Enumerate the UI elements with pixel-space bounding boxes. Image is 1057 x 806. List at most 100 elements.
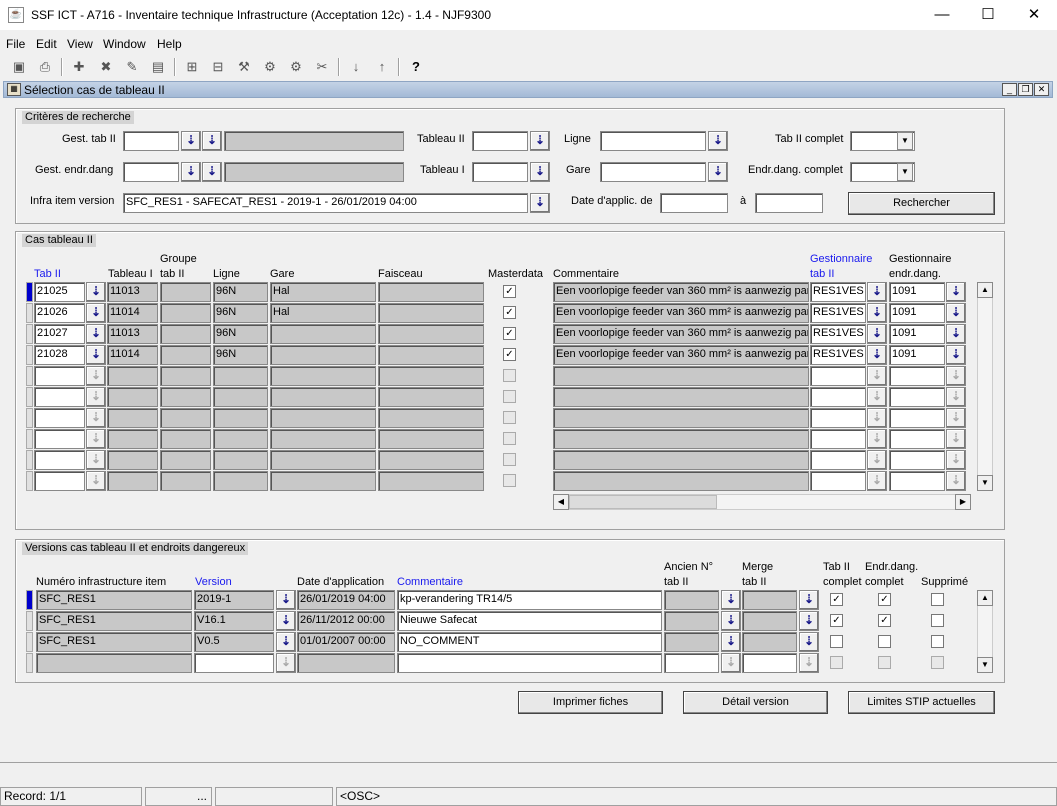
clear-record-icon[interactable]: ✎ [123, 58, 141, 76]
clear-form-icon[interactable]: ▤ [149, 58, 167, 76]
cell-gest-endr[interactable] [889, 366, 945, 386]
gestionnaire-lov-icon[interactable]: ⇣ [867, 450, 887, 470]
scroll-up-icon[interactable]: ▲ [977, 282, 993, 298]
gest-endr-lov-icon[interactable]: ⇣ [946, 303, 966, 323]
print-icon[interactable]: ⎙ [36, 58, 54, 76]
version-row-indicator[interactable] [26, 653, 33, 673]
cell-gestionnaire[interactable]: RES1VES [810, 282, 866, 302]
cell-gest-endr[interactable]: 1091 [889, 324, 945, 344]
delete-record-icon[interactable]: ✖ [97, 58, 115, 76]
gestionnaire-lov-icon[interactable]: ⇣ [867, 387, 887, 407]
gest-tab-lov-icon[interactable]: ⇣ [181, 131, 201, 151]
gest-endr-lov-icon[interactable]: ⇣ [946, 324, 966, 344]
inner-restore-icon[interactable]: ❐ [1018, 83, 1033, 96]
gestionnaire-lov-icon[interactable]: ⇣ [867, 282, 887, 302]
supprime-checkbox[interactable] [931, 635, 944, 648]
tab2-lov-icon[interactable]: ⇣ [86, 324, 106, 344]
masterdata-checkbox[interactable] [503, 390, 516, 403]
save-icon[interactable]: ▣ [10, 58, 28, 76]
gest-endr-lov-icon[interactable]: ⇣ [946, 450, 966, 470]
supprime-checkbox[interactable] [931, 614, 944, 627]
row-indicator[interactable] [26, 471, 33, 491]
next-record-icon[interactable]: ↓ [347, 58, 365, 76]
tab2-complet-checkbox[interactable] [830, 656, 843, 669]
col-version-header[interactable]: Version [195, 576, 232, 588]
gest-endr-lov-icon[interactable]: ⇣ [946, 429, 966, 449]
tab2-lov-icon[interactable]: ⇣ [86, 303, 106, 323]
cell-gest-endr[interactable] [889, 450, 945, 470]
execute-query-icon[interactable]: ⊟ [209, 58, 227, 76]
cell-gestionnaire[interactable] [810, 366, 866, 386]
cell-merge[interactable] [742, 653, 797, 673]
masterdata-checkbox[interactable]: ✓ [503, 348, 516, 361]
endr-complet-checkbox[interactable] [878, 635, 891, 648]
menu-help[interactable]: Help [157, 37, 182, 51]
tab2-complet-checkbox[interactable]: ✓ [830, 614, 843, 627]
cell-gestionnaire[interactable] [810, 471, 866, 491]
version-lov-icon[interactable]: ⇣ [276, 590, 296, 610]
cell-gest-endr[interactable]: 1091 [889, 282, 945, 302]
scroll-down-icon[interactable]: ▼ [977, 475, 993, 491]
tableau1-lov-icon[interactable]: ⇣ [530, 162, 550, 182]
gestionnaire-lov-icon[interactable]: ⇣ [867, 366, 887, 386]
rechercher-button[interactable]: Rechercher [848, 192, 995, 215]
tab2-complet-checkbox[interactable]: ✓ [830, 593, 843, 606]
row-indicator[interactable] [26, 450, 33, 470]
cell-tab2[interactable] [34, 387, 85, 407]
date-to-input[interactable] [755, 193, 823, 213]
ancien-lov-icon[interactable]: ⇣ [721, 632, 741, 652]
date-from-input[interactable] [660, 193, 728, 213]
menu-view[interactable]: View [67, 37, 93, 51]
close-icon[interactable]: ✕ [1011, 0, 1057, 30]
help-icon[interactable]: ? [407, 58, 425, 76]
tab2-complet-dropdown-icon[interactable]: ▼ [897, 132, 913, 150]
cell-version[interactable] [194, 653, 274, 673]
tab2-lov-icon[interactable]: ⇣ [86, 450, 106, 470]
merge-lov-icon[interactable]: ⇣ [799, 632, 819, 652]
cell-gest-endr[interactable]: 1091 [889, 345, 945, 365]
cell-tab2[interactable]: 21028 [34, 345, 85, 365]
tab2-lov-icon[interactable]: ⇣ [86, 282, 106, 302]
masterdata-checkbox[interactable] [503, 453, 516, 466]
gestionnaire-lov-icon[interactable]: ⇣ [867, 303, 887, 323]
gare-input[interactable] [600, 162, 706, 182]
menu-edit[interactable]: Edit [36, 37, 57, 51]
gest-tab-lov2-icon[interactable]: ⇣ [202, 131, 222, 151]
cell-merge[interactable] [742, 590, 797, 610]
cell-version[interactable]: 2019-1 [194, 590, 274, 610]
row-indicator[interactable] [26, 429, 33, 449]
cell-tab2[interactable] [34, 471, 85, 491]
menu-window[interactable]: Window [103, 37, 146, 51]
detail-version-button[interactable]: Détail version [683, 691, 828, 714]
version-lov-icon[interactable]: ⇣ [276, 611, 296, 631]
cell-v-commentaire[interactable]: Nieuwe Safecat [397, 611, 662, 631]
infra-version-lov-icon[interactable]: ⇣ [530, 193, 550, 213]
tab2-lov-icon[interactable]: ⇣ [86, 408, 106, 428]
gest-endr-lov-icon[interactable]: ⇣ [946, 282, 966, 302]
scroll-left-icon[interactable]: ◀ [553, 494, 569, 510]
gest-endr-lov-icon[interactable]: ⇣ [946, 387, 966, 407]
cell-gest-endr[interactable] [889, 471, 945, 491]
row-indicator[interactable] [26, 345, 33, 365]
insert-record-icon[interactable]: ✚ [70, 58, 88, 76]
gestionnaire-lov-icon[interactable]: ⇣ [867, 345, 887, 365]
cell-tab2[interactable] [34, 366, 85, 386]
cell-tab2[interactable]: 21027 [34, 324, 85, 344]
tab2-lov-icon[interactable]: ⇣ [86, 471, 106, 491]
gest-endr-lov-icon[interactable]: ⇣ [946, 471, 966, 491]
cell-tab2[interactable] [34, 429, 85, 449]
tab2-lov-icon[interactable]: ⇣ [86, 387, 106, 407]
row-indicator[interactable] [26, 387, 33, 407]
inner-close-icon[interactable]: ✕ [1034, 83, 1049, 96]
gestionnaire-lov-icon[interactable]: ⇣ [867, 471, 887, 491]
menu-file[interactable]: File [6, 37, 25, 51]
ancien-lov-icon[interactable]: ⇣ [721, 590, 741, 610]
ligne-input[interactable] [600, 131, 706, 151]
masterdata-checkbox[interactable]: ✓ [503, 327, 516, 340]
version-lov-icon[interactable]: ⇣ [276, 653, 296, 673]
cell-v-commentaire[interactable]: NO_COMMENT [397, 632, 662, 652]
tableau1-input[interactable] [472, 162, 528, 182]
maximize-icon[interactable]: ☐ [965, 0, 1011, 30]
masterdata-checkbox[interactable] [503, 474, 516, 487]
merge-lov-icon[interactable]: ⇣ [799, 590, 819, 610]
